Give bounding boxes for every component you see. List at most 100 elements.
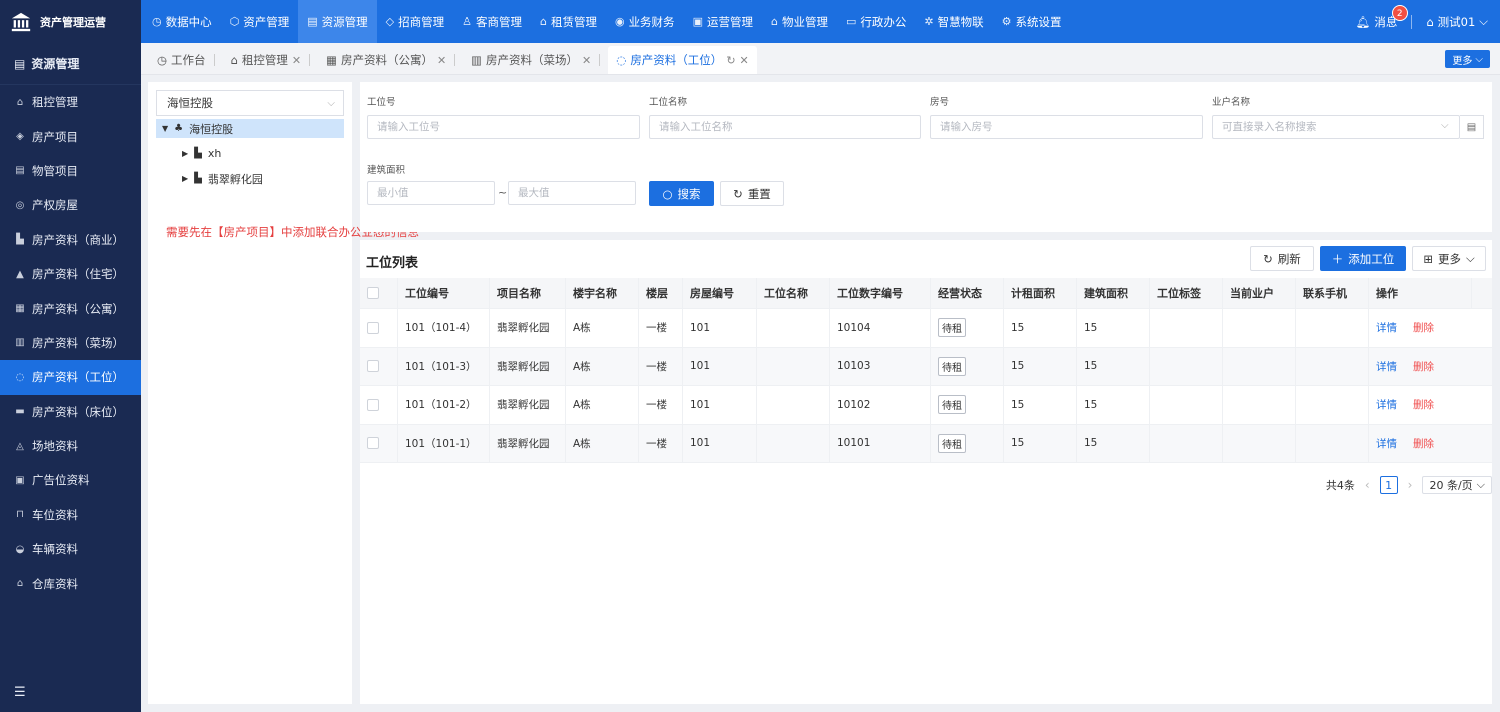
- tabs-more-button[interactable]: 更多 ⌵: [1445, 50, 1490, 68]
- topnav-item-0[interactable]: ◷ 数据中心: [143, 0, 221, 43]
- sidebar-item-9[interactable]: ▬ 房产资料（床位）: [0, 395, 141, 429]
- sidebar-item-13[interactable]: ◒ 车辆资料: [0, 532, 141, 566]
- sidebar-icon: ◌: [15, 371, 25, 383]
- user-menu[interactable]: ⌂ 测试01 ⌵: [1426, 14, 1488, 30]
- tab-0[interactable]: ◷ 工作台: [149, 46, 223, 74]
- sidebar-item-8[interactable]: ◌ 房产资料（工位）: [0, 360, 141, 395]
- cell-project: 翡翠孵化园: [490, 347, 566, 385]
- refresh-button[interactable]: ↻ 刷新: [1250, 246, 1314, 271]
- reload-icon[interactable]: ↻: [726, 54, 735, 67]
- topnav-item-6[interactable]: ◉ 业务财务: [606, 0, 684, 43]
- tenant-select[interactable]: [1212, 115, 1460, 139]
- delete-link[interactable]: 删除: [1413, 436, 1434, 451]
- add-workstation-button[interactable]: ＋ 添加工位: [1320, 246, 1406, 271]
- sidebar-item-7[interactable]: ▥ 房产资料（菜场）: [0, 326, 141, 360]
- close-icon[interactable]: ✕: [292, 54, 301, 67]
- workstation-name-input[interactable]: [649, 115, 921, 139]
- column-header: 工位标签: [1150, 278, 1223, 308]
- close-icon[interactable]: ✕: [437, 54, 446, 67]
- tab-4[interactable]: ◌ 房产资料（工位） ↻ ✕: [608, 46, 757, 74]
- row-checkbox[interactable]: [367, 360, 379, 373]
- sidebar-item-14[interactable]: ⌂ 仓库资料: [0, 566, 141, 600]
- cell-floor: 一楼: [639, 424, 683, 462]
- page-number-1[interactable]: 1: [1379, 476, 1398, 494]
- caret-down-icon[interactable]: ▼: [162, 124, 168, 133]
- topnav-item-8[interactable]: ⌂ 物业管理: [762, 0, 837, 43]
- caret-right-icon[interactable]: ▶: [182, 174, 188, 183]
- topnav-item-11[interactable]: ⚙ 系统设置: [993, 0, 1071, 43]
- workstation-no-input[interactable]: [367, 115, 640, 139]
- topnav-item-3[interactable]: ◇ 招商管理: [377, 0, 453, 43]
- row-checkbox-cell: [360, 309, 398, 347]
- topnav-item-1[interactable]: ⬡ 资产管理: [221, 0, 299, 43]
- workstation-name-label: 工位名称: [649, 97, 688, 108]
- sidebar-item-label: 房产资料（床位）: [32, 404, 124, 419]
- area-max-input[interactable]: [508, 181, 636, 205]
- status-badge: 待租: [938, 356, 966, 376]
- row-checkbox[interactable]: [367, 398, 379, 411]
- sidebar-item-2[interactable]: ▤ 物管项目: [0, 154, 141, 188]
- row-checkbox-cell: [360, 347, 398, 385]
- sidebar-item-10[interactable]: ◬ 场地资料: [0, 429, 141, 463]
- chevron-right-icon[interactable]: ›: [1408, 478, 1413, 492]
- header-checkbox-cell: [360, 278, 398, 308]
- topnav-item-5[interactable]: ⌂ 租赁管理: [531, 0, 606, 43]
- detail-link[interactable]: 详情: [1376, 320, 1397, 335]
- caret-right-icon[interactable]: ▶: [182, 149, 188, 158]
- sidebar-item-5[interactable]: ▲ 房产资料（住宅）: [0, 257, 141, 291]
- chevron-left-icon[interactable]: ‹: [1365, 478, 1370, 492]
- tree-node-root[interactable]: ▼ ♣ 海恒控股: [156, 119, 344, 138]
- row-checkbox[interactable]: [367, 321, 379, 334]
- area-separator: ~: [498, 186, 508, 199]
- delete-link[interactable]: 删除: [1413, 359, 1434, 374]
- delete-link[interactable]: 删除: [1413, 397, 1434, 412]
- org-select[interactable]: 海恒控股 ⌵: [156, 90, 344, 116]
- column-header: 操作: [1369, 278, 1472, 308]
- tree-node-feicui[interactable]: ▶ ▙ 翡翠孵化园: [182, 169, 263, 188]
- detail-link[interactable]: 详情: [1376, 397, 1397, 412]
- tab-1[interactable]: ⌂ 租控管理 ✕: [223, 46, 319, 74]
- detail-link[interactable]: 详情: [1376, 436, 1397, 451]
- topnav-item-7[interactable]: ▣ 运营管理: [684, 0, 762, 43]
- clipboard-icon[interactable]: ▤: [1460, 115, 1484, 139]
- room-no-input[interactable]: [930, 115, 1203, 139]
- cell-rent_area: 15: [1004, 386, 1077, 424]
- sidebar-icon: ◈: [16, 131, 24, 143]
- area-min-input[interactable]: [367, 181, 495, 205]
- delete-link[interactable]: 删除: [1413, 320, 1434, 335]
- topnav-item-2[interactable]: ▤ 资源管理: [298, 0, 377, 43]
- row-checkbox[interactable]: [367, 437, 379, 450]
- chevron-down-icon: ⌵: [1475, 53, 1483, 65]
- cell-actions: 详情 删除: [1369, 425, 1472, 463]
- select-all-checkbox[interactable]: [367, 287, 379, 299]
- tree-node-xh[interactable]: ▶ ▙ xh: [182, 144, 221, 163]
- app-logo[interactable]: 资产管理运营: [0, 0, 141, 43]
- sidebar-item-label: 车辆资料: [32, 542, 78, 557]
- sidebar-item-0[interactable]: ⌂ 租控管理: [0, 85, 141, 119]
- nav-icon: ⚙: [1001, 15, 1012, 28]
- sidebar-item-11[interactable]: ▣ 广告位资料: [0, 463, 141, 497]
- page-size-select[interactable]: 20 条/页 ⌵: [1422, 476, 1492, 494]
- topnav-item-4[interactable]: ♙ 客商管理: [453, 0, 531, 43]
- tab-2[interactable]: ▦ 房产资料（公寓） ✕: [318, 46, 463, 74]
- column-header: 建筑面积: [1077, 278, 1150, 308]
- topnav-item-9[interactable]: ▭ 行政办公: [837, 0, 915, 43]
- search-button[interactable]: ○ 搜索: [649, 181, 714, 206]
- nav-icon: ♙: [462, 15, 472, 28]
- sidebar-item-12[interactable]: ⊓ 车位资料: [0, 498, 141, 532]
- close-icon[interactable]: ✕: [582, 54, 591, 67]
- reset-button[interactable]: ↻ 重置: [720, 181, 784, 206]
- close-icon[interactable]: ✕: [740, 54, 749, 67]
- sidebar-item-4[interactable]: ▙ 房产资料（商业）: [0, 223, 141, 257]
- collapse-menu-icon[interactable]: ☰: [14, 685, 26, 700]
- sidebar-item-6[interactable]: ▦ 房产资料（公寓）: [0, 291, 141, 325]
- sidebar-item-3[interactable]: ◎ 产权房屋: [0, 188, 141, 222]
- sidebar-item-1[interactable]: ◈ 房产项目: [0, 119, 141, 153]
- topnav-item-10[interactable]: ✲ 智慧物联: [915, 0, 992, 43]
- workstation-table: 工位编号 项目名称 楼宇名称 楼层 房屋编号 工位名称 工位数字编号 经营状态 计租面积 建筑面积…: [360, 278, 1492, 463]
- detail-link[interactable]: 详情: [1376, 359, 1397, 374]
- list-more-button[interactable]: ⊞ 更多 ⌵: [1412, 246, 1486, 271]
- tab-3[interactable]: ▥ 房产资料（菜场） ✕: [463, 46, 608, 74]
- messages-button[interactable]: 🔔︎ 消息 2: [1356, 4, 1408, 30]
- bank-icon: [11, 12, 31, 31]
